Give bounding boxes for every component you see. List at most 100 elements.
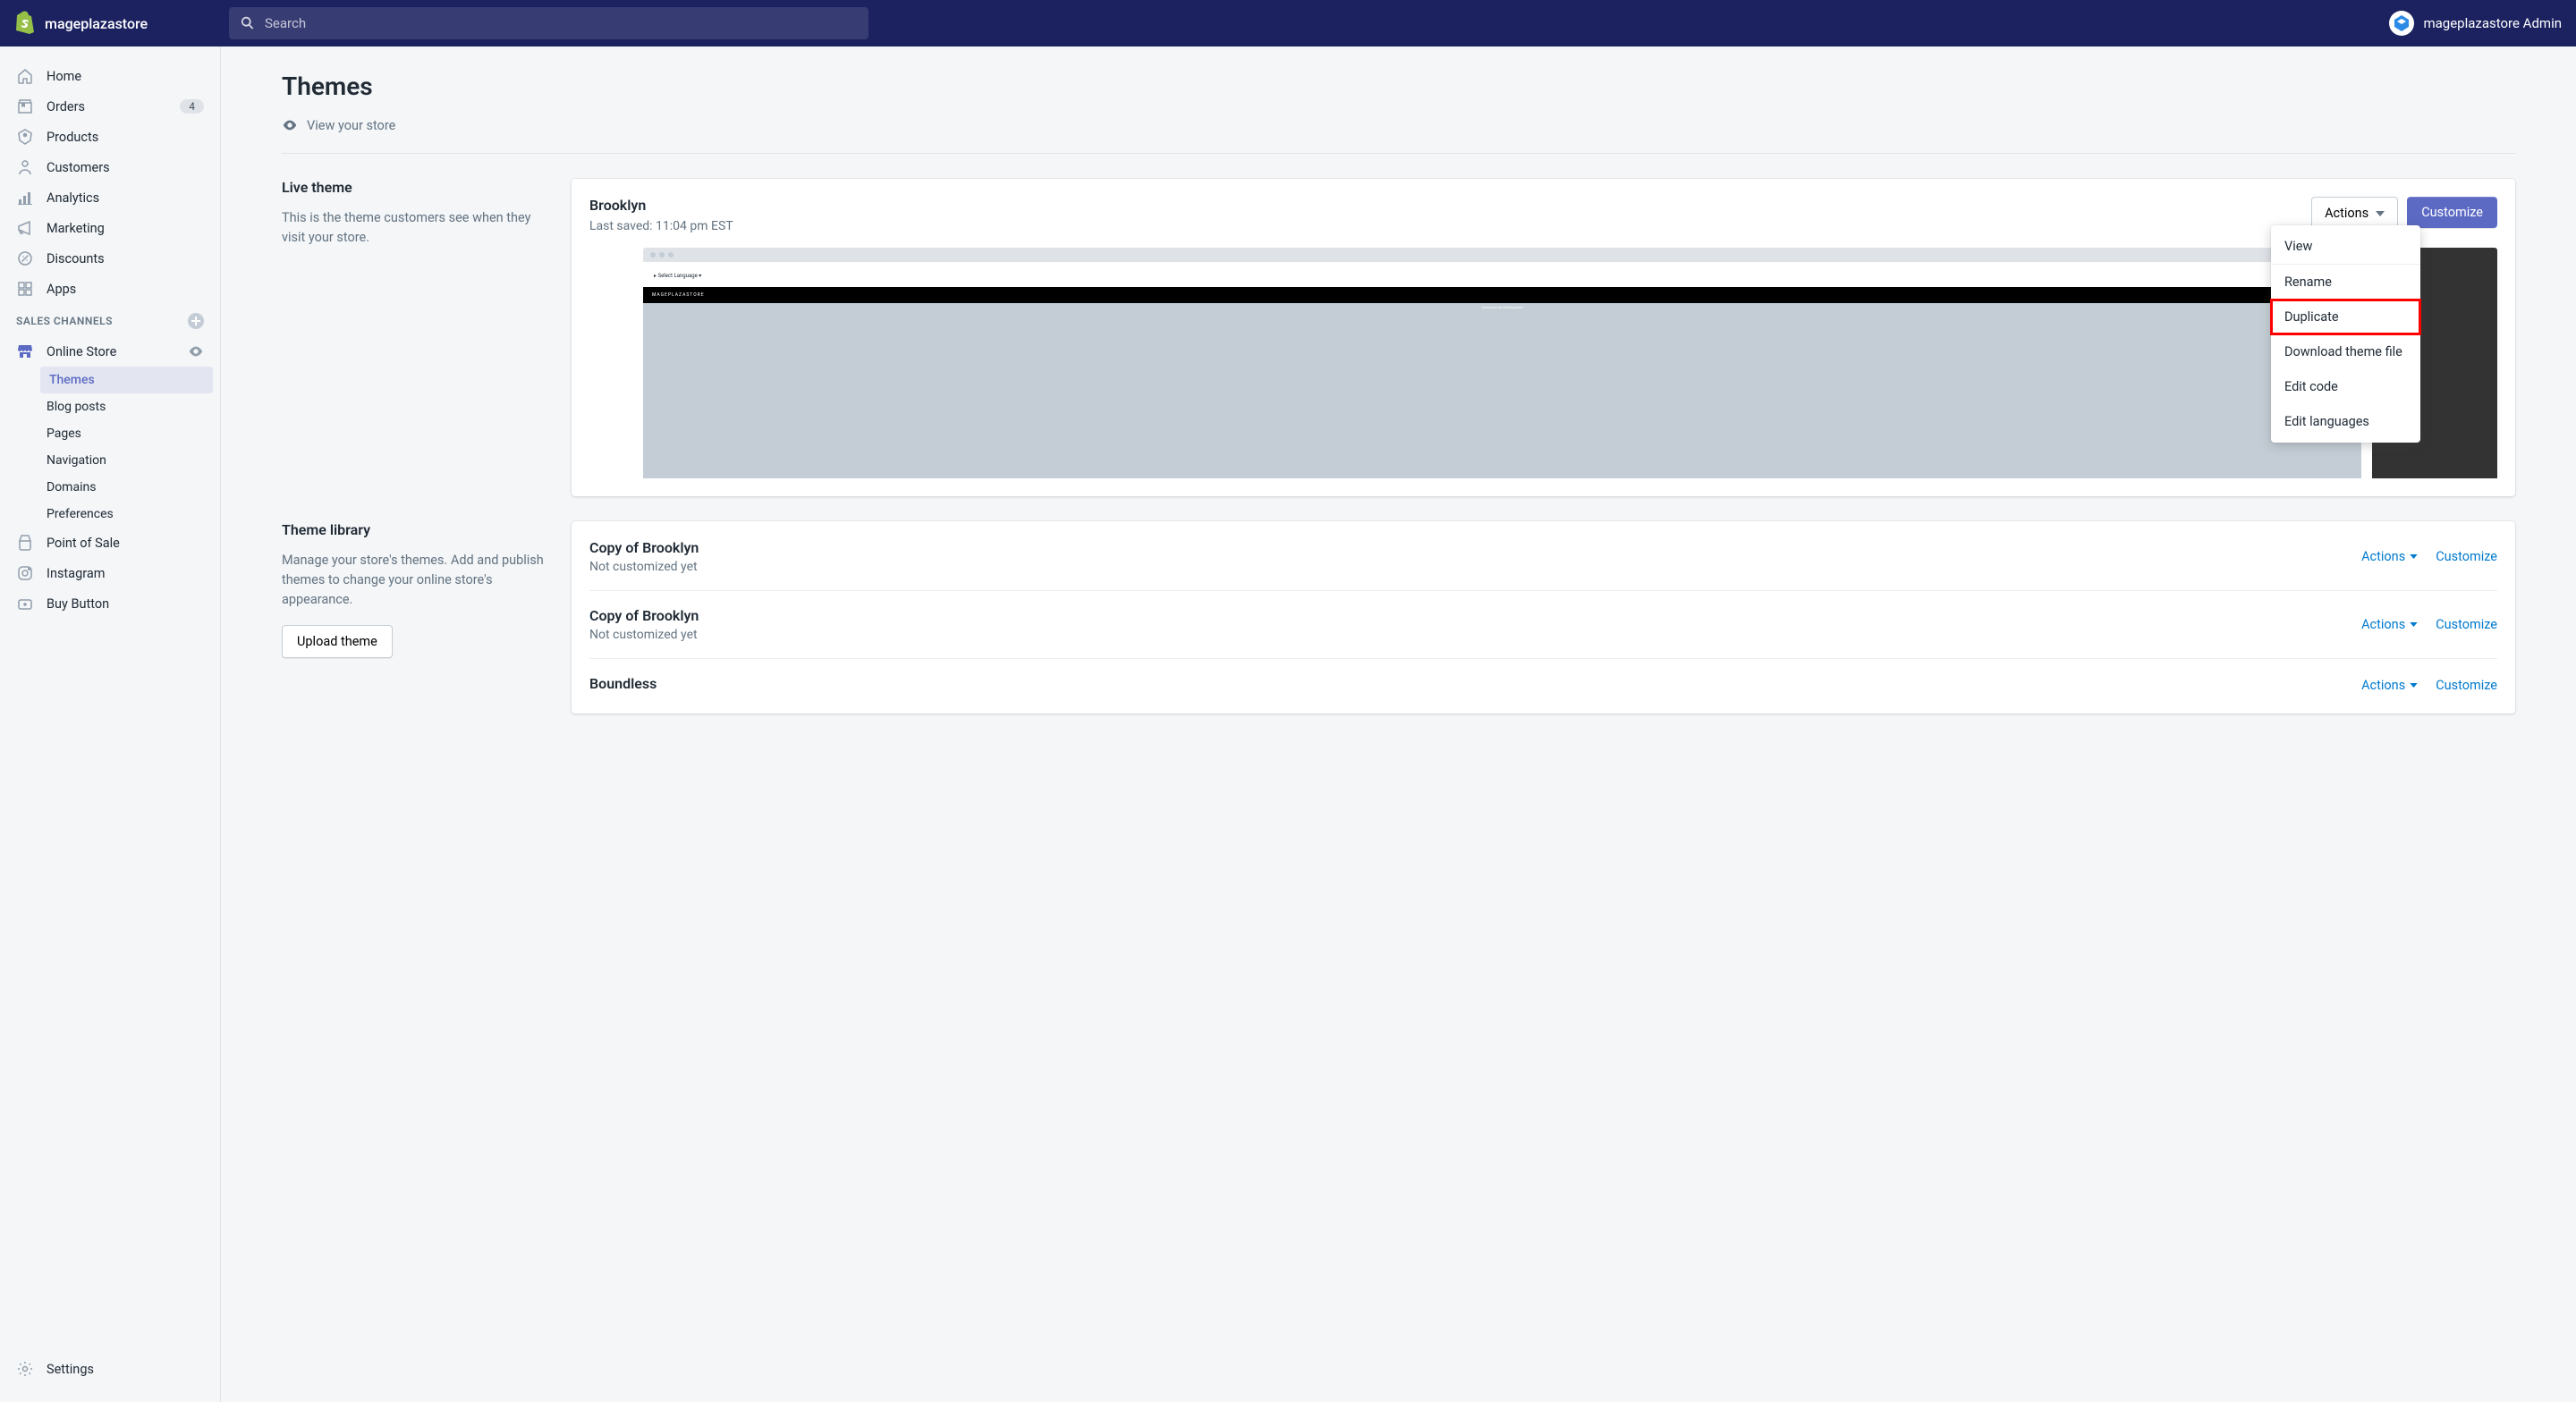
last-saved: Last saved: 11:04 pm EST (589, 219, 733, 233)
preview-desktop: ▸ Select Language ▾ Announce something h… (643, 248, 2361, 478)
library-item: Copy of Brooklyn Not customized yet Acti… (589, 539, 2497, 591)
search-icon (240, 15, 256, 31)
nav-label: Home (47, 69, 81, 84)
settings-icon (16, 1360, 34, 1378)
nav-instagram[interactable]: Instagram (0, 558, 220, 588)
user-menu[interactable]: mageplazastore Admin (2389, 11, 2562, 36)
lib-customize-link[interactable]: Customize (2436, 678, 2497, 693)
nav-products[interactable]: Products (0, 122, 220, 152)
dropdown-edit-languages[interactable]: Edit languages (2271, 404, 2420, 439)
dropdown-duplicate[interactable]: Duplicate (2271, 300, 2420, 334)
nav-analytics[interactable]: Analytics (0, 182, 220, 213)
nav-label: Customers (47, 160, 110, 175)
nav-home[interactable]: Home (0, 61, 220, 91)
caret-down-icon (2376, 211, 2385, 216)
lib-customize-link[interactable]: Customize (2436, 617, 2497, 632)
subnav-domains[interactable]: Domains (0, 474, 213, 501)
home-icon (16, 67, 34, 85)
store-icon (16, 342, 34, 360)
nav-online-store[interactable]: Online Store (0, 336, 220, 367)
eye-icon (282, 117, 298, 133)
dropdown-download[interactable]: Download theme file (2271, 334, 2420, 369)
marketing-icon (16, 219, 34, 237)
live-theme-description: This is the theme customers see when the… (282, 208, 550, 248)
nav-buy-button[interactable]: Buy Button (0, 588, 220, 619)
library-item: Copy of Brooklyn Not customized yet Acti… (589, 591, 2497, 659)
subnav-pages[interactable]: Pages (0, 420, 213, 447)
nav-label: Orders (47, 99, 85, 114)
apps-icon (16, 280, 34, 298)
topbar: mageplazastore mageplazastore Admin (0, 0, 2576, 46)
nav-label: Buy Button (47, 596, 109, 612)
orders-badge: 4 (180, 99, 204, 114)
lib-theme-name: Copy of Brooklyn (589, 539, 699, 556)
caret-down-icon (2410, 554, 2418, 559)
nav-label: Online Store (47, 344, 116, 359)
subnav-navigation[interactable]: Navigation (0, 447, 213, 474)
search-input[interactable] (265, 15, 858, 31)
discounts-icon (16, 249, 34, 267)
store-logo-area[interactable]: mageplazastore (14, 11, 229, 36)
theme-name: Brooklyn (589, 197, 733, 214)
page-title: Themes (282, 72, 2515, 101)
nav-discounts[interactable]: Discounts (0, 243, 220, 274)
lib-theme-status: Not customized yet (589, 560, 699, 574)
customize-button[interactable]: Customize (2407, 197, 2497, 228)
lib-actions-link[interactable]: Actions (2361, 678, 2418, 693)
theme-previews: ▸ Select Language ▾ Announce something h… (589, 248, 2497, 478)
lib-theme-name: Boundless (589, 675, 657, 692)
pos-icon (16, 534, 34, 552)
view-store-link[interactable]: View your store (282, 117, 2515, 154)
caret-down-icon (2410, 683, 2418, 688)
view-store-icon[interactable] (188, 343, 204, 359)
main-content: Themes View your store Live theme This i… (221, 46, 2576, 1402)
nav-settings[interactable]: Settings (0, 1354, 220, 1384)
library-info: Theme library Manage your store's themes… (282, 521, 550, 714)
products-icon (16, 128, 34, 146)
instagram-icon (16, 564, 34, 582)
lib-actions-link[interactable]: Actions (2361, 617, 2418, 632)
nav-orders[interactable]: Orders 4 (0, 91, 220, 122)
live-theme-card: Brooklyn Last saved: 11:04 pm EST Action… (572, 179, 2515, 496)
buy-icon (16, 595, 34, 612)
sales-channels-header: SALES CHANNELS (0, 304, 220, 336)
nav-apps[interactable]: Apps (0, 274, 220, 304)
live-theme-info: Live theme This is the theme customers s… (282, 179, 550, 496)
nav-label: Analytics (47, 190, 99, 206)
dropdown-edit-code[interactable]: Edit code (2271, 369, 2420, 404)
dropdown-rename[interactable]: Rename (2271, 265, 2420, 300)
nav-marketing[interactable]: Marketing (0, 213, 220, 243)
lib-theme-name: Copy of Brooklyn (589, 607, 699, 624)
nav-customers[interactable]: Customers (0, 152, 220, 182)
live-theme-heading: Live theme (282, 179, 550, 196)
subnav-preferences[interactable]: Preferences (0, 501, 213, 528)
lib-actions-link[interactable]: Actions (2361, 549, 2418, 564)
library-heading: Theme library (282, 521, 550, 538)
nav-label: Instagram (47, 566, 105, 581)
store-name: mageplazastore (45, 15, 148, 32)
library-card: Copy of Brooklyn Not customized yet Acti… (572, 521, 2515, 714)
library-description: Manage your store's themes. Add and publ… (282, 551, 550, 609)
add-channel-icon[interactable] (188, 313, 204, 329)
nav-label: Products (47, 130, 98, 145)
avatar-icon (2389, 11, 2414, 36)
lib-customize-link[interactable]: Customize (2436, 549, 2497, 564)
orders-icon (16, 97, 34, 115)
nav-label: Apps (47, 282, 76, 297)
customers-icon (16, 158, 34, 176)
subnav-blog[interactable]: Blog posts (0, 393, 213, 420)
nav-label: Point of Sale (47, 536, 120, 551)
sidebar: Home Orders 4 Products Customers Analyti… (0, 46, 221, 1402)
nav-label: Discounts (47, 251, 105, 266)
nav-pos[interactable]: Point of Sale (0, 528, 220, 558)
actions-dropdown: View Rename Duplicate Download theme fil… (2271, 225, 2420, 443)
subnav-themes[interactable]: Themes (40, 367, 213, 393)
lib-theme-status: Not customized yet (589, 628, 699, 642)
upload-theme-button[interactable]: Upload theme (282, 625, 393, 658)
search-box[interactable] (229, 7, 869, 39)
shopify-logo-icon (14, 11, 36, 36)
dropdown-view[interactable]: View (2271, 229, 2420, 264)
analytics-icon (16, 189, 34, 207)
caret-down-icon (2410, 622, 2418, 627)
library-item: Boundless Actions Customize (589, 659, 2497, 696)
